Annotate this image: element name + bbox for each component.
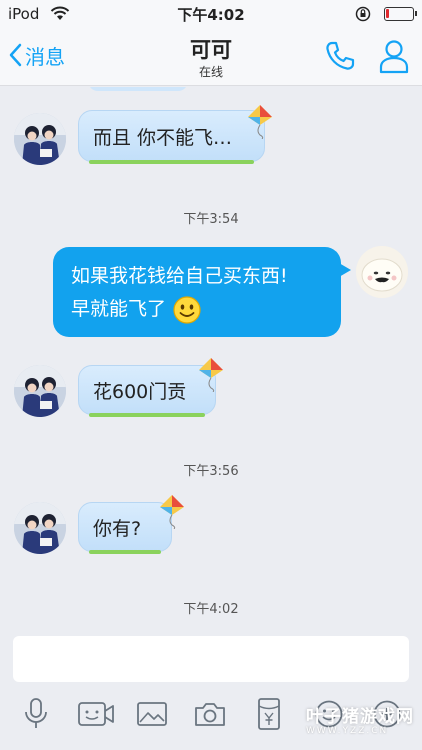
kite-icon (160, 495, 184, 529)
input-area: 叶子猪游戏网 WWW.YZZ.CN (0, 632, 422, 750)
microphone-icon (25, 698, 47, 728)
message-text: 你有? (93, 517, 142, 540)
my-avatar[interactable] (356, 246, 408, 298)
message-text: 而且 你不能飞… (93, 126, 233, 149)
contact-name: 可可 (190, 38, 232, 62)
video-button[interactable] (73, 694, 119, 734)
chat-area[interactable]: 而且 你不能飞… 下午3:54 如果我花钱给自己买东西! 早就能飞了 花600门… (0, 87, 422, 632)
message-text-line: 如果我花钱给自己买东西! (71, 265, 288, 287)
message-bubble[interactable]: 而且 你不能飞… (78, 110, 265, 164)
profile-icon[interactable] (378, 38, 410, 74)
watermark-brand: 叶子猪游戏网 (306, 707, 414, 727)
rotation-lock-icon (355, 6, 371, 22)
red-packet-icon (258, 698, 280, 730)
phone-icon[interactable] (324, 40, 356, 72)
camera-icon (195, 703, 225, 726)
watermark-url: WWW.YZZ.CN (306, 726, 389, 736)
message-bubble-sent[interactable]: 如果我花钱给自己买东西! 早就能飞了 (53, 247, 351, 337)
smiley-emoji-icon (173, 295, 201, 324)
avatar-photo (14, 113, 66, 165)
avatar-photo (14, 502, 66, 554)
online-status: 在线 (198, 65, 223, 79)
message-bubble[interactable]: 花600门贡 (78, 365, 216, 417)
microphone-button[interactable] (17, 694, 55, 734)
timestamp: 下午3:54 (183, 212, 239, 227)
message-input[interactable] (13, 636, 409, 682)
avatar[interactable] (14, 365, 66, 417)
image-icon (137, 702, 167, 726)
timestamp: 下午4:02 (183, 602, 239, 617)
avatar-photo (356, 246, 408, 298)
camera-button[interactable] (191, 694, 229, 734)
avatar[interactable] (14, 113, 66, 165)
status-bar: iPod 下午4:02 (0, 0, 422, 28)
kite-icon (248, 105, 272, 139)
video-icon (78, 702, 114, 726)
image-button[interactable] (133, 694, 171, 734)
kite-icon (199, 358, 223, 392)
avatar[interactable] (14, 502, 66, 554)
battery-icon (384, 7, 417, 21)
timestamp: 下午3:56 (183, 464, 239, 479)
message-text-line: 早就能飞了 (71, 298, 167, 320)
red-packet-button[interactable] (250, 694, 288, 734)
message-text: 花600门贡 (93, 380, 187, 403)
previous-message-bubble (88, 87, 188, 91)
battery-fill (386, 9, 389, 18)
chat-header: 消息 可可 在线 (0, 28, 422, 86)
avatar-photo (14, 365, 66, 417)
